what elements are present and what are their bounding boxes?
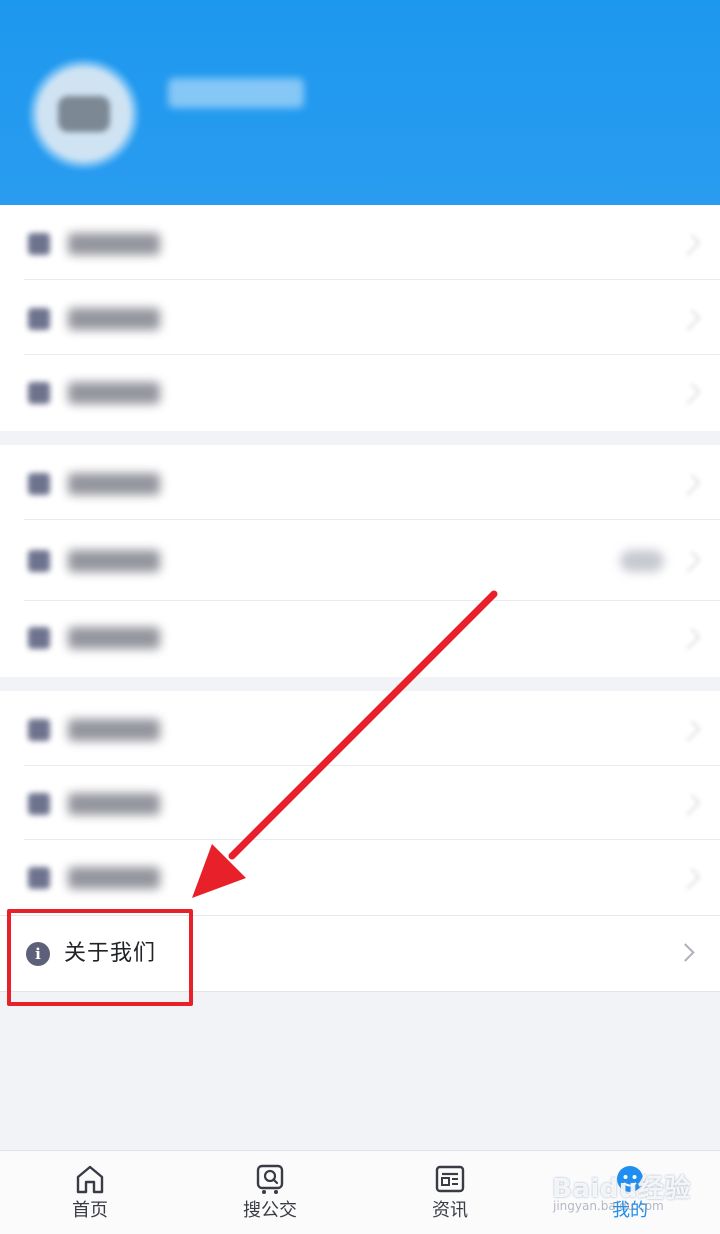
baidu-watermark-url: jingyan.baidu.com: [553, 1199, 664, 1213]
news-icon: [435, 1165, 465, 1193]
chevron-right-icon: [676, 943, 695, 962]
row-divider: [24, 279, 720, 280]
tab-news-label: 资讯: [432, 1200, 468, 1221]
chevron-right-icon: [679, 551, 701, 573]
chevron-right-icon: [679, 309, 701, 331]
info-icon: i: [26, 942, 50, 966]
row-divider: [24, 765, 720, 766]
chevron-right-icon: [679, 868, 701, 890]
menu-item-label-blurred: [68, 382, 160, 404]
row-divider: [24, 519, 720, 520]
row-divider: [24, 354, 720, 355]
menu-item-icon: [28, 473, 50, 495]
tab-news[interactable]: 资讯: [360, 1151, 540, 1234]
home-icon: [76, 1165, 104, 1194]
chevron-right-icon: [679, 628, 701, 650]
about-us-label: 关于我们: [64, 941, 157, 966]
about-us-item[interactable]: i 关于我们: [0, 915, 720, 992]
chevron-right-icon: [679, 720, 701, 742]
tab-home-label: 首页: [72, 1200, 108, 1221]
menu-item-icon: [28, 627, 50, 649]
row-divider: [24, 839, 720, 840]
menu-item-icon: [28, 719, 50, 741]
row-divider: [24, 600, 720, 601]
search-bus-icon: [256, 1164, 284, 1194]
menu-item-icon: [28, 382, 50, 404]
chevron-right-icon: [679, 474, 701, 496]
menu-item-label-blurred: [68, 867, 160, 889]
menu-item-icon: [28, 793, 50, 815]
menu-item-label-blurred: [68, 719, 160, 741]
username-blurred: [168, 78, 304, 108]
avatar[interactable]: [36, 66, 132, 162]
menu-item-label-blurred: [68, 233, 160, 255]
menu-item-label-blurred: [68, 473, 160, 495]
menu-section-2: [0, 445, 720, 677]
menu-section-3: [0, 691, 720, 915]
tab-home[interactable]: 首页: [0, 1151, 180, 1234]
menu-item-icon: [28, 308, 50, 330]
menu-item-label-blurred: [68, 793, 160, 815]
menu-item-icon: [28, 867, 50, 889]
chevron-right-icon: [679, 383, 701, 405]
chevron-right-icon: [679, 234, 701, 256]
chevron-right-icon: [679, 794, 701, 816]
menu-item-icon: [28, 550, 50, 572]
tab-search-bus-label: 搜公交: [243, 1200, 297, 1221]
menu-item-label-blurred: [68, 550, 160, 572]
menu-section-1: [0, 205, 720, 431]
profile-header: [0, 0, 720, 205]
menu-item-icon: [28, 233, 50, 255]
blurred-menu-area: [0, 205, 720, 915]
menu-item-label-blurred: [68, 627, 160, 649]
menu-item-label-blurred: [68, 308, 160, 330]
badge-blurred: [620, 550, 664, 572]
tab-search-bus[interactable]: 搜公交: [180, 1151, 360, 1234]
